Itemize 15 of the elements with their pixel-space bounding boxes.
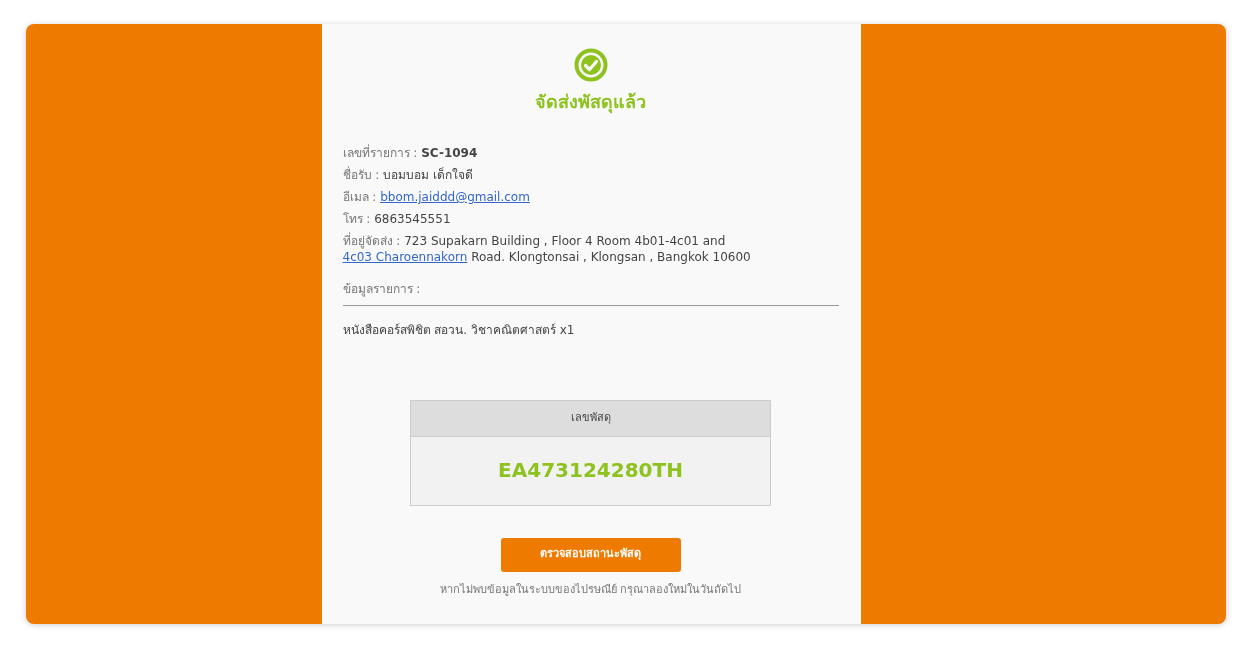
tracking-header: เลขพัสดุ [411,401,770,437]
status-title: จัดส่งพัสดุแล้ว [534,90,647,115]
address-text: ที่อยู่จัดส่ง : 723 Supakarn Building , Floor 4 Room 4b01-4c01 and 4c03 Charoennakorn Road. Klongtonsai , Klongsan , Bangkok 10600 [342,233,752,265]
note-text: หากไม่พบข้อมูลในระบบของไปรษณีย์ กรุณาลองใหม่ในวันถัดไป [438,581,743,598]
email-link[interactable]: bbom.jaiddd@gmail.com [380,190,530,204]
item-line: หนังสือคอร์สพิชิต สอวน. วิชาคณิตศาสตร์ x1 [342,322,576,338]
items-label: ข้อมูลรายการ : [342,281,422,297]
phone-line: โทร : 6863545551 [342,211,452,227]
recipient-line: ชื่อรับ : บอมบอม เด็กใจดี [342,167,474,183]
tracking-number: EA473124280TH [411,436,770,505]
check-circle-icon [573,48,608,82]
address-link[interactable]: 4c03 Charoennakorn [342,250,468,264]
check-status-button[interactable]: ตรวจสอบสถานะพัสดุ [500,537,681,572]
email-line: อีเมล : bbom.jaiddd@gmail.com [342,189,531,205]
order-number-line: เลขที่รายการ : SC-1094 [342,145,479,161]
